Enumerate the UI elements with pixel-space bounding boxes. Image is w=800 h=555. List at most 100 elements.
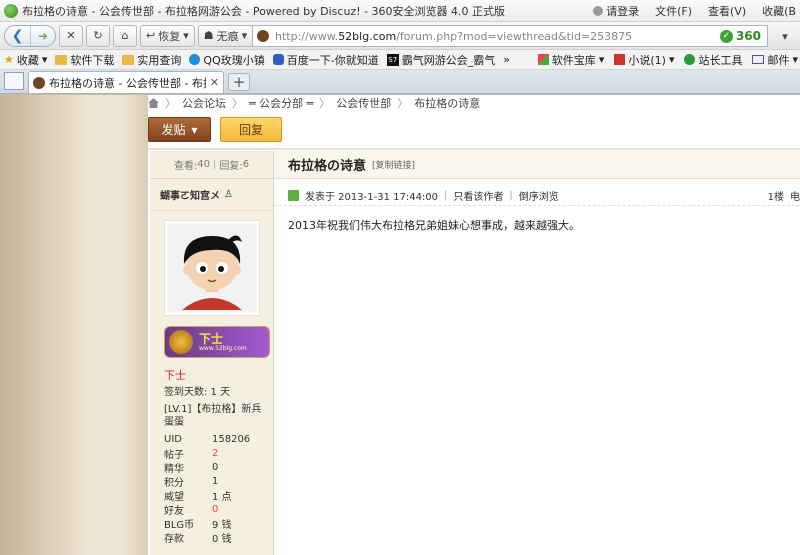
user-profile-stats: UID 158206 帖子 2 精华 0 积分 1 威望 1 点 好友 0 BLG币 9 钱 … [164, 432, 270, 545]
reverse-order-link[interactable]: 倒序浏览 [519, 188, 559, 203]
bookmark-qq-rose[interactable]: QQ玫瑰小镇 [189, 52, 265, 68]
thread-title: 布拉格の诗意 [288, 159, 367, 174]
divider [148, 148, 800, 150]
webmaster-tools-button[interactable]: 站长工具 [684, 52, 742, 68]
page-viewport: 〉 公会论坛 〉 ═ 公会分部 ═ 〉 公会传世部 〉 布拉格の诗意 发贴 ▾ 回… [0, 95, 800, 555]
new-post-button[interactable]: 发贴 ▾ [148, 117, 211, 142]
no-trace-button[interactable]: ☗ 无痕 ▾ [197, 24, 254, 47]
folder-icon [122, 54, 135, 65]
novel-button[interactable]: 小说(1) ▾ [614, 52, 674, 68]
tools-icon [684, 54, 696, 65]
bookmark-favorites[interactable]: ★ 收藏 ▾ [4, 52, 47, 68]
new-tab-button[interactable]: + [228, 73, 250, 91]
breadcrumb-branch[interactable]: ═ 公会分部 ═ [249, 95, 313, 111]
breadcrumb-section[interactable]: 公会传世部 [336, 95, 391, 111]
software-store-button[interactable]: 软件宝库 ▾ [537, 52, 605, 68]
stop-button[interactable]: ✕ [59, 24, 83, 47]
tab-active[interactable]: 布拉格の诗意 - 公会传世部 - 布拉格... ✕ [28, 71, 224, 93]
close-icon[interactable]: ✕ [210, 76, 219, 89]
chevron-down-icon: ▾ [191, 122, 198, 137]
qq-icon [189, 54, 201, 65]
profile-row: 好友 0 [164, 503, 219, 517]
copy-link-button[interactable]: [复制链接] [372, 158, 415, 171]
avatar[interactable] [164, 220, 260, 316]
user-icon [593, 5, 604, 16]
bookmark-software[interactable]: 软件下载 [55, 52, 114, 68]
author-name[interactable]: 蝴事ㄛ知宫メ ♙ [150, 179, 273, 211]
security-badge[interactable]: ✓ 360 [719, 29, 767, 43]
address-dropdown-button[interactable]: ▾ [770, 25, 800, 47]
online-status-icon [288, 189, 299, 201]
menu-view[interactable]: 查看(V) [708, 3, 746, 19]
reply-button[interactable]: 回复 [220, 117, 282, 142]
window-title: 布拉格の诗意 - 公会传世部 - 布拉格网游公会 - Powered by Di… [22, 4, 506, 18]
profile-row: 存款 0 钱 [164, 533, 232, 545]
floor-number[interactable]: 1楼 [768, 188, 784, 203]
check-icon: ✓ [719, 29, 733, 43]
browser-logo-icon [4, 3, 18, 18]
forward-button[interactable]: ➜ [29, 25, 55, 46]
chevron-down-icon: ▾ [241, 29, 248, 42]
window-menu: 请登录 文件(F) 查看(V) 收藏(B [593, 3, 800, 19]
chevron-down-icon: ▾ [598, 53, 605, 66]
home-button[interactable]: ⌂ [113, 24, 137, 47]
floor-extra: 电 [790, 191, 800, 203]
author-panel: 查看: 40 | 回复: 6 蝴事ㄛ知宫メ ♙ 下士 www.52blg.com… [150, 151, 274, 555]
breadcrumb-forum[interactable]: 公会论坛 [182, 95, 226, 111]
bookmark-query[interactable]: 实用查询 [122, 52, 181, 68]
breadcrumb: 〉 公会论坛 〉 ═ 公会分部 ═ 〉 公会传世部 〉 布拉格の诗意 [148, 95, 480, 111]
chevron-down-icon: ▾ [792, 53, 798, 66]
bookmarks-more-button[interactable]: » [503, 53, 510, 66]
bookmark-baidu[interactable]: 百度一下-你就知道 [272, 52, 379, 68]
tab-label: 布拉格の诗意 - 公会传世部 - 布拉格... [49, 76, 206, 90]
book-icon [614, 54, 626, 65]
menu-favorites[interactable]: 收藏(B [762, 3, 796, 19]
thread-stats: 查看: 40 | 回复: 6 [150, 151, 273, 179]
chevron-down-icon: ▾ [183, 29, 189, 42]
site-favicon-icon [257, 30, 269, 42]
view-count: 40 [197, 159, 210, 170]
back-forward-group: ❮ ➜ [4, 24, 56, 47]
login-link[interactable]: 请登录 [593, 3, 639, 19]
chevron-down-icon: ▾ [41, 53, 48, 66]
post-meta: 发表于 2013-1-31 17:44:00 | 只看该作者 | 倒序浏览 1楼… [274, 187, 800, 203]
folder-icon [55, 54, 68, 65]
stop-icon: ✕ [66, 29, 76, 42]
guild-emblem-icon [169, 330, 193, 354]
navigation-bar: ❮ ➜ ✕ ↻ ⌂ ↩ 恢复 ▾ ☗ 无痕 ▾ http://www.52blg.com… [0, 22, 800, 50]
baqi-logo-icon: S7 [386, 53, 399, 66]
baidu-paw-icon [272, 54, 284, 65]
profile-row: UID 158206 [164, 433, 251, 445]
address-url[interactable]: http://www.52blg.com/forum.php?mod=viewt… [275, 30, 720, 43]
profile-row: 帖子 2 [164, 447, 219, 461]
user-status-icon: ♙ [224, 189, 233, 200]
rank-name: 下士 [164, 369, 186, 382]
reply-count: 6 [242, 159, 250, 170]
tab-bar: 布拉格の诗意 - 公会传世部 - 布拉格... ✕ + [0, 70, 800, 94]
cartoon-avatar-icon [168, 224, 256, 312]
breadcrumb-thread[interactable]: 布拉格の诗意 [414, 95, 480, 111]
divider [274, 205, 800, 206]
mail-button[interactable]: 邮件 ▾ [752, 52, 798, 68]
app-store-icon [537, 54, 549, 65]
post-date: 发表于 2013-1-31 17:44:00 [305, 191, 439, 203]
rank-badge-image: 下士 www.52blg.com [164, 326, 270, 358]
home-icon[interactable] [148, 98, 159, 108]
only-author-link[interactable]: 只看该作者 [453, 188, 503, 203]
menu-file[interactable]: 文件(F) [655, 3, 692, 19]
refresh-button[interactable]: ↻ [86, 24, 110, 47]
back-button[interactable]: ❮ [5, 26, 30, 46]
profile-row: BLG币 9 钱 [164, 519, 232, 531]
profile-row: 精华 0 [164, 461, 219, 475]
restore-icon: ↩ [146, 29, 156, 42]
bookmark-baqi[interactable]: S7 霸气网游公会_霸气 [386, 52, 495, 68]
plus-icon: + [232, 73, 246, 91]
sidebar-toggle-button[interactable] [4, 72, 24, 90]
window-title-bar: 布拉格の诗意 - 公会传世部 - 布拉格网游公会 - Powered by Di… [0, 0, 800, 22]
chevron-down-icon: ▾ [782, 29, 788, 43]
address-bar[interactable]: http://www.52blg.com/forum.php?mod=viewt… [252, 25, 768, 47]
home-icon: ⌂ [121, 29, 129, 42]
refresh-icon: ↻ [93, 29, 103, 42]
restore-button[interactable]: ↩ 恢复 ▾ [140, 24, 195, 47]
thread-action-buttons: 发贴 ▾ 回复 [148, 117, 282, 142]
